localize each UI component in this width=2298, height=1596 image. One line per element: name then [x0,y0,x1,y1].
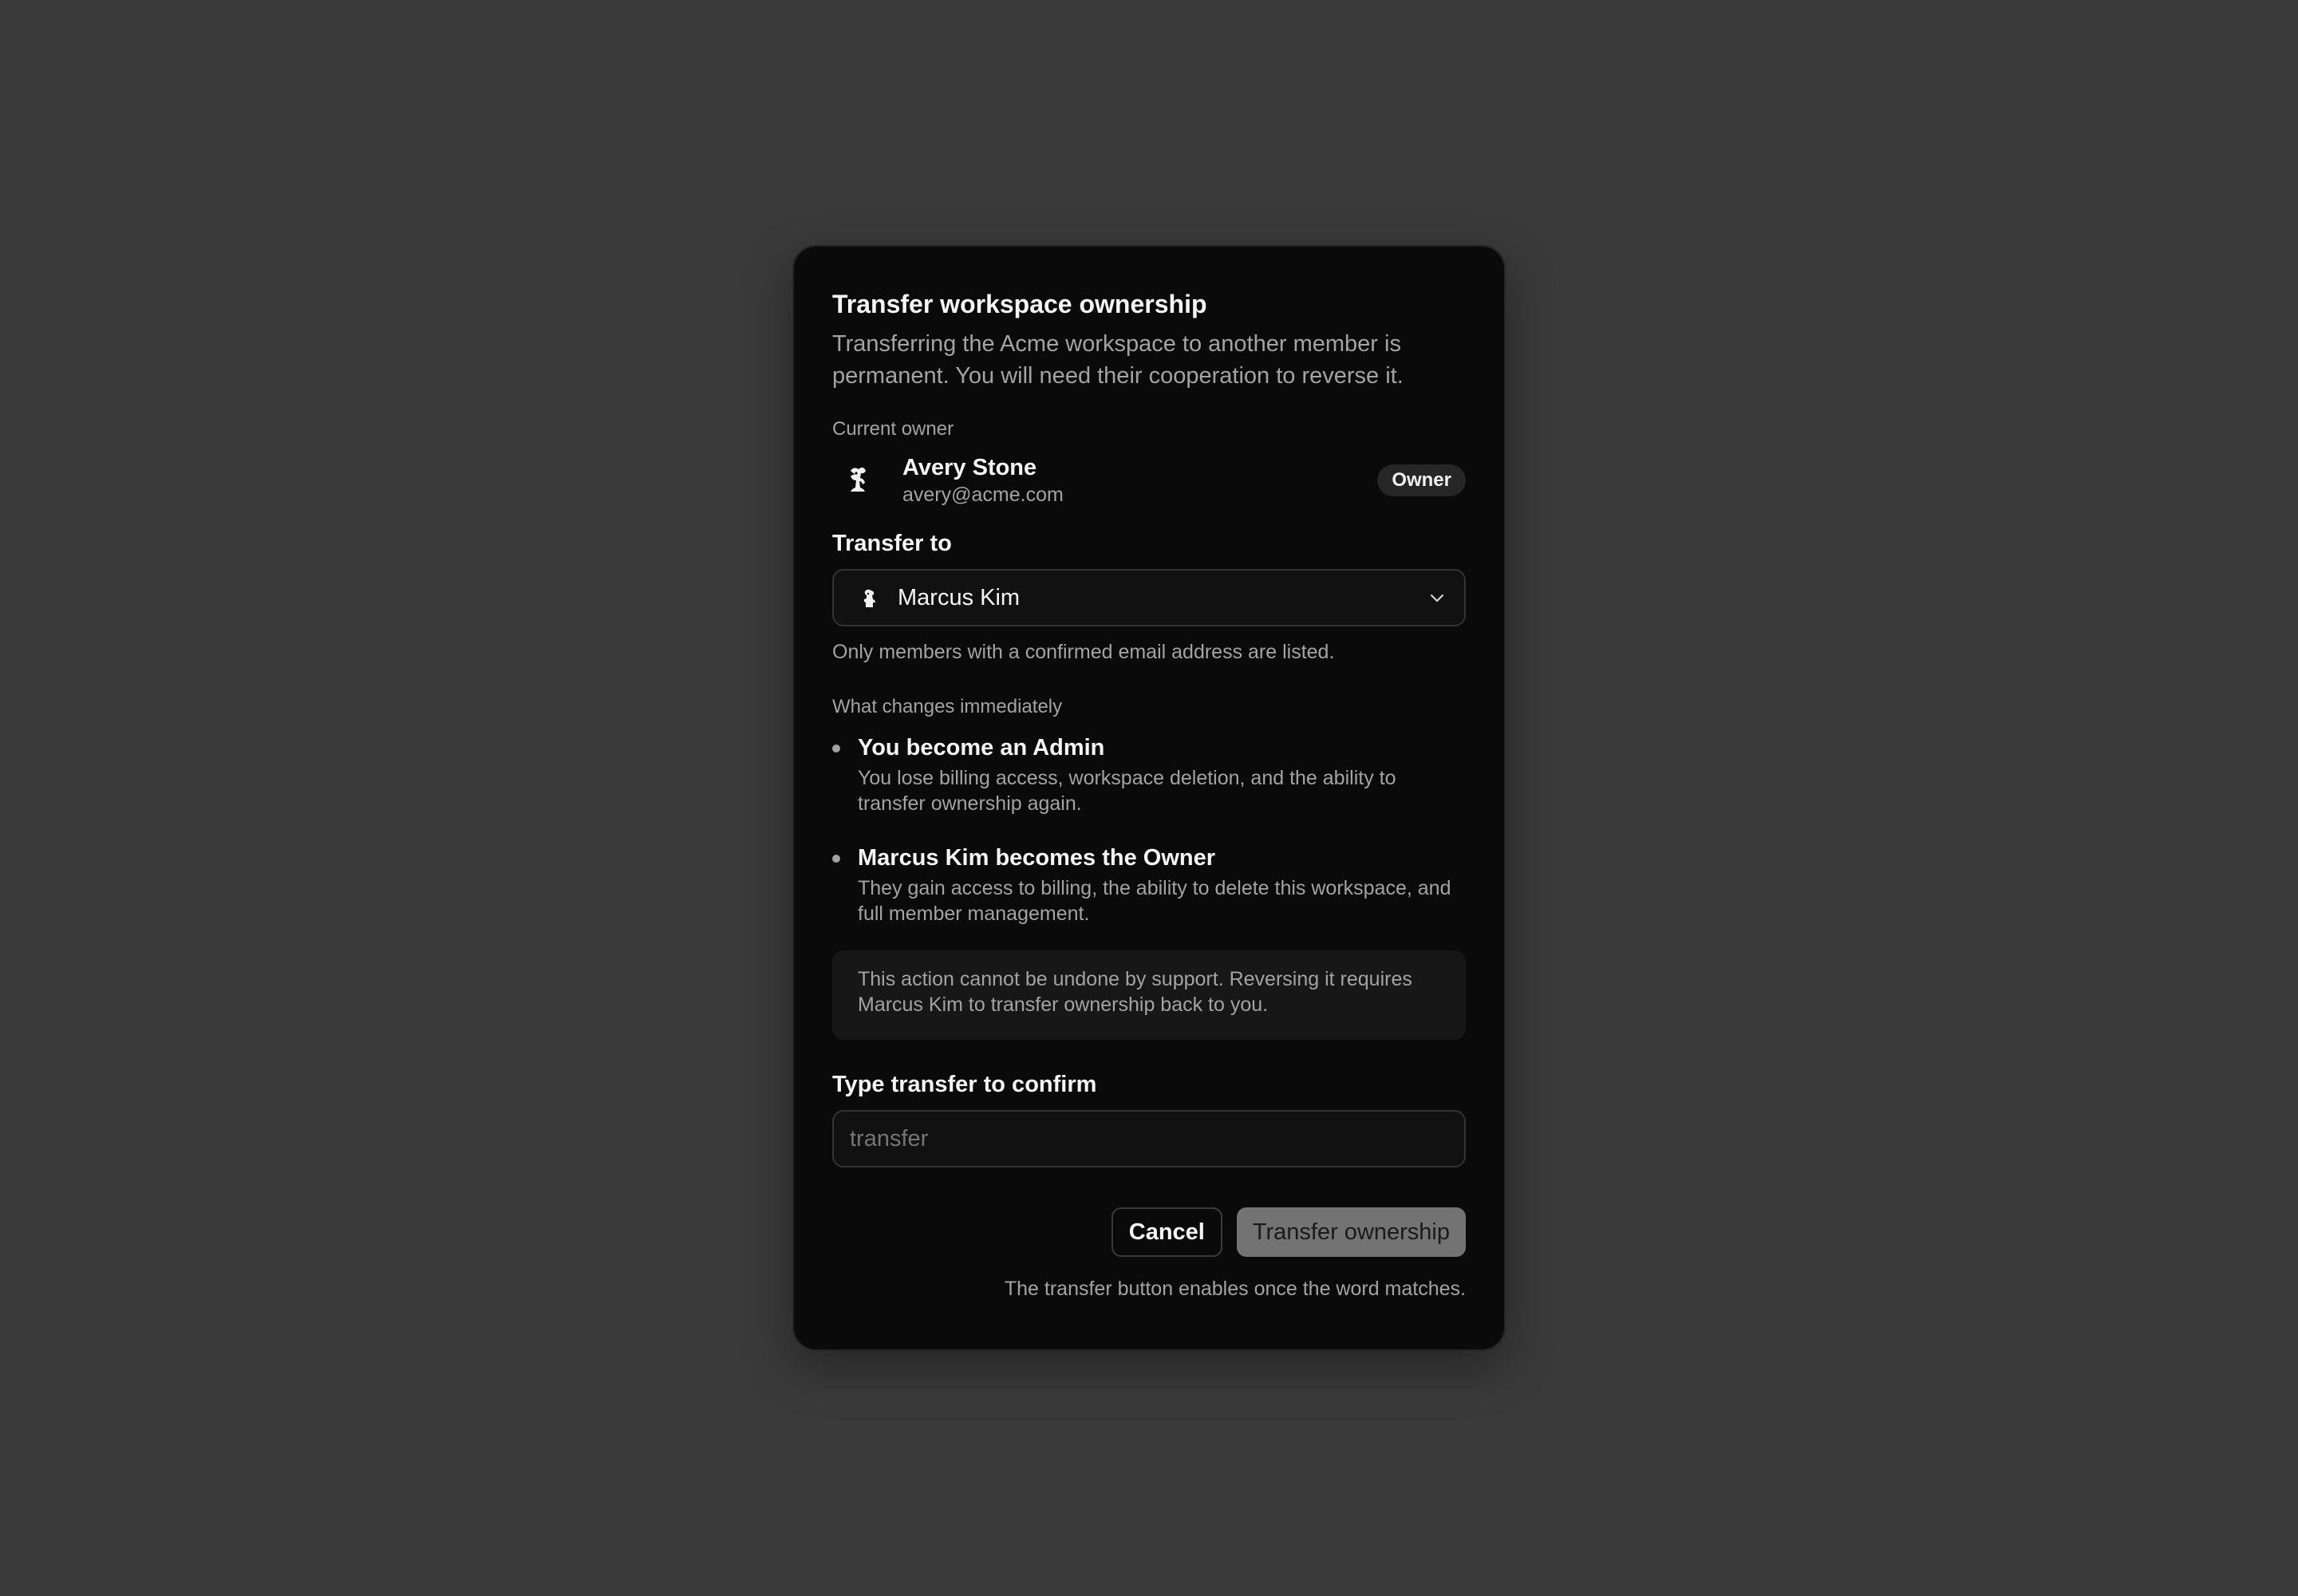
list-item: Marcus Kim becomes the Owner They gain a… [832,843,1466,926]
transfer-to-select[interactable]: Marcus Kim [832,569,1466,626]
warning-note: This action cannot be undone by support.… [832,950,1466,1040]
list-item: You become an Admin You lose billing acc… [832,733,1466,816]
changes-label: What changes immediately [832,696,1063,717]
owner-name: Avery Stone [902,455,1037,480]
bullet-icon [832,855,840,863]
avatar [832,456,882,505]
current-owner-row: Avery Stone avery@acme.com Owner [832,452,1466,508]
change-description: They gain access to billing, the ability… [858,877,1451,925]
dialog-actions: Cancel Transfer ownership [832,1207,1466,1257]
transfer-to-label: Transfer to [832,531,952,556]
cancel-button[interactable]: Cancel [1111,1207,1222,1257]
current-owner-label: Current owner [832,418,954,440]
transfer-ownership-dialog: Transfer workspace ownership Transferrin… [792,245,1506,1351]
owner-info: Avery Stone avery@acme.com [902,453,1377,508]
actions-hint: The transfer button enables once the wor… [1004,1278,1466,1300]
transfer-to-hint: Only members with a confirmed email addr… [832,641,1335,663]
owner-email: avery@acme.com [902,484,1064,506]
transfer-ownership-button[interactable]: Transfer ownership [1236,1207,1466,1257]
change-title: You become an Admin [858,735,1105,760]
avatar-illustration-icon [851,467,866,492]
owner-badge: Owner [1377,464,1466,496]
selected-member: Marcus Kim [898,584,1021,610]
member-avatar-icon [855,583,883,612]
confirm-input[interactable] [832,1110,1466,1167]
bullet-icon [832,745,840,753]
chevron-down-icon [1430,594,1444,602]
confirm-label: Type transfer to confirm [832,1072,1097,1097]
change-description: You lose billing access, workspace delet… [858,767,1396,815]
change-title: Marcus Kim becomes the Owner [858,845,1216,871]
dialog-title: Transfer workspace ownership [832,290,1207,318]
dialog-description: Transferring the Acme workspace to anoth… [832,331,1404,389]
